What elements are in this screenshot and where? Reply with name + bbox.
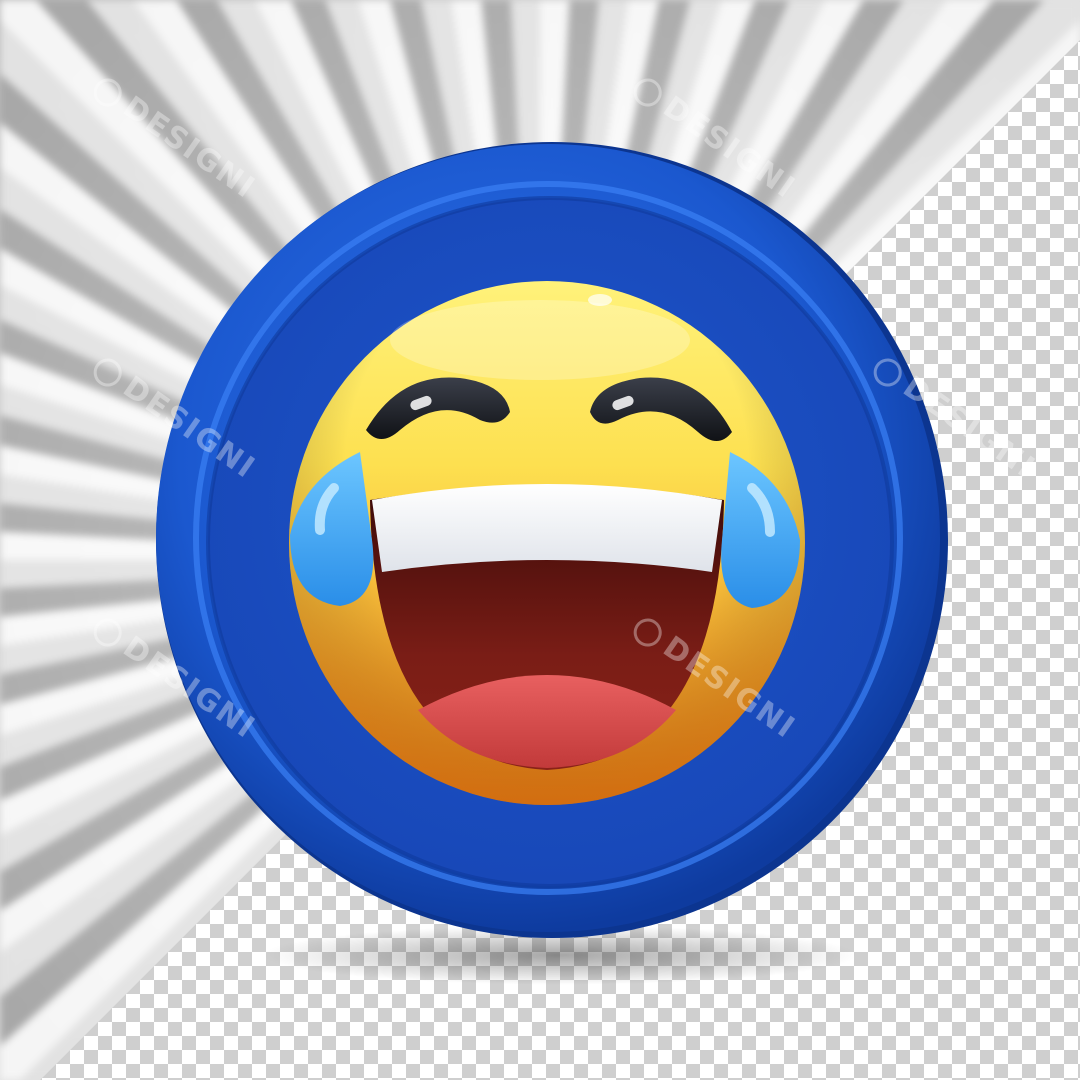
artwork-canvas: DESIGNI DESIGNI DESIGNI DESIGNI DESIGNI … bbox=[0, 0, 1080, 1080]
emoji-badge-illustration bbox=[156, 142, 948, 938]
teeth bbox=[372, 484, 722, 572]
laughing-face-emoji-icon bbox=[289, 281, 805, 805]
